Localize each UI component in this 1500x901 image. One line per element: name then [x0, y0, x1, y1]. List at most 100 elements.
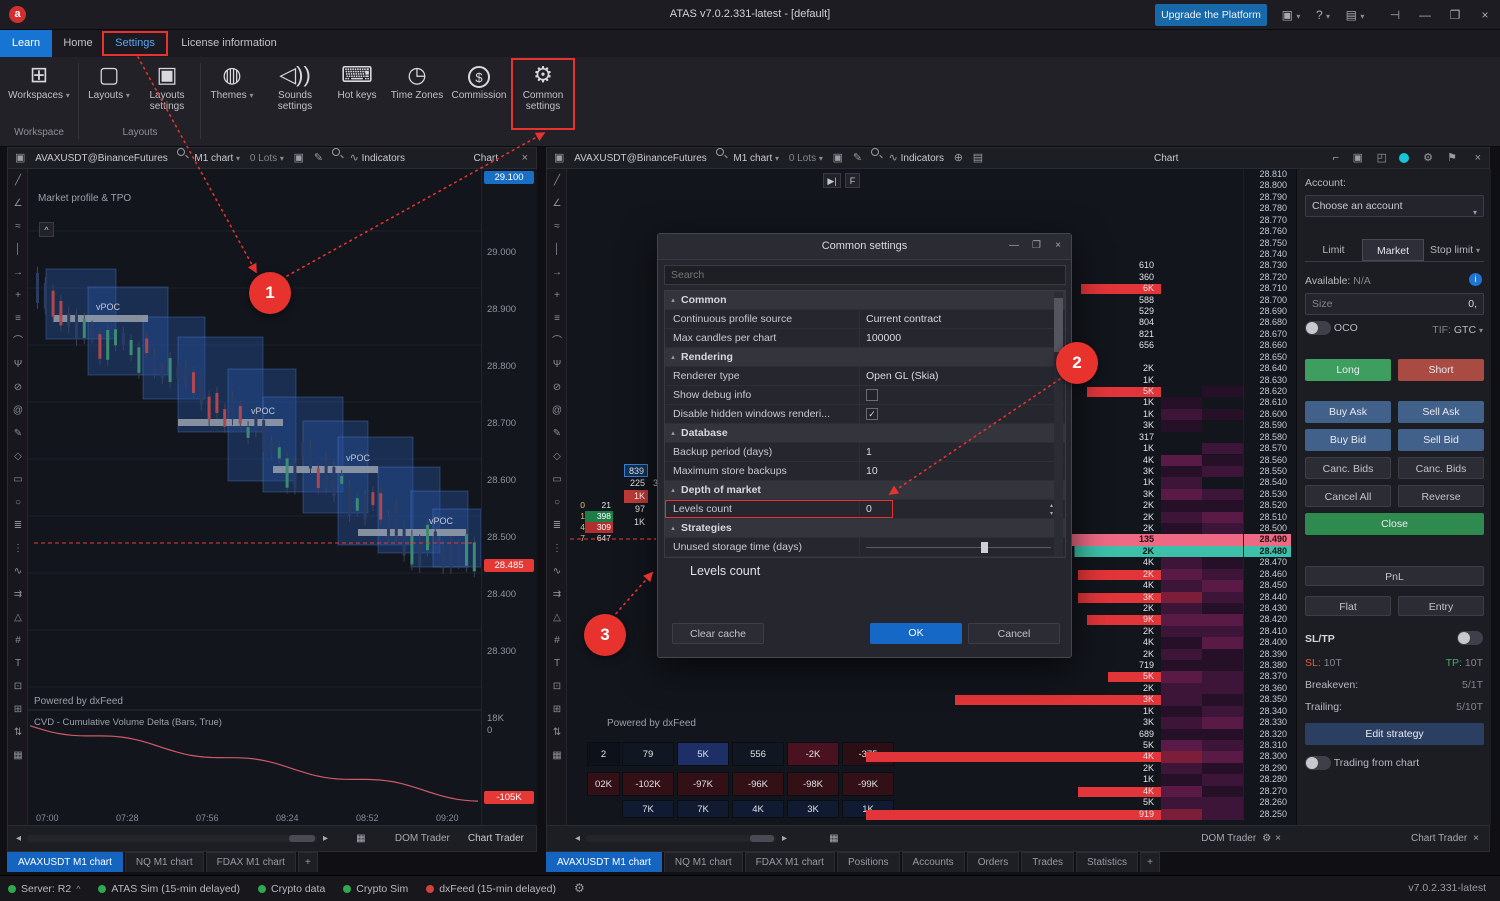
sell-ask-button[interactable]: Sell Ask	[1398, 401, 1484, 423]
fib-levels-icon[interactable]: ≡	[8, 307, 28, 330]
collapse-button[interactable]: ^	[39, 222, 54, 237]
scroll-right-icon[interactable]: ▸	[782, 833, 787, 844]
settings-search-input[interactable]	[664, 265, 1066, 285]
swap-icon[interactable]: ⇅	[8, 721, 28, 744]
calendar-icon[interactable]: ▦	[829, 833, 838, 844]
dialog-header[interactable]: Common settings — ❐ ×	[658, 234, 1071, 260]
mention-icon[interactable]: @	[547, 399, 567, 422]
lots-selector[interactable]: 0 Lots ▾	[789, 148, 823, 169]
symbol-label[interactable]: AVAXUSDT@BinanceFutures	[574, 148, 707, 169]
zoom-icon[interactable]	[871, 148, 879, 156]
tab-accounts[interactable]: Accounts	[902, 852, 965, 872]
tab-stop-limit[interactable]: Stop limit ▾	[1424, 239, 1486, 261]
trading-from-chart-toggle[interactable]: Trading from chart	[1305, 756, 1419, 770]
tab-fdax-m1-chart[interactable]: FDAX M1 chart	[745, 852, 835, 872]
go-to-end-button[interactable]: ▶|	[823, 173, 841, 188]
settings-row[interactable]: Renderer typeOpen GL (Skia)	[665, 367, 1065, 386]
entry-button[interactable]: Entry	[1398, 596, 1484, 616]
box-plus-icon[interactable]: ⊞	[8, 698, 28, 721]
dom-ladder-row[interactable]: 28.770	[866, 215, 1291, 226]
levels-icon[interactable]: ≣	[8, 514, 28, 537]
tab-market[interactable]: Market	[1362, 239, 1424, 261]
search-icon[interactable]	[177, 148, 185, 156]
pencil-icon[interactable]: ✎	[8, 422, 28, 445]
indicators-button[interactable]: ∿ Indicators	[889, 148, 944, 169]
tab-orders[interactable]: Orders	[967, 852, 1020, 872]
dom-ladder-row[interactable]: 28.780	[866, 203, 1291, 214]
close-icon[interactable]: ×	[1475, 148, 1481, 169]
right-chart-window-header[interactable]: ▣ AVAXUSDT@BinanceFutures M1 chart ▾ 0 L…	[547, 148, 1489, 169]
settings-row[interactable]: Max candles per chart100000	[665, 329, 1065, 348]
layouts-settings-button[interactable]: ▣ Layouts settings	[138, 60, 196, 126]
angle-icon[interactable]: ∠	[547, 192, 567, 215]
search-icon[interactable]	[716, 148, 724, 156]
sell-bid-button[interactable]: Sell Bid	[1398, 429, 1484, 451]
workspaces-button[interactable]: ⊞ Workspaces ▾	[8, 60, 70, 126]
timeframe-selector[interactable]: M1 chart ▾	[194, 148, 240, 169]
ok-button[interactable]: OK	[870, 623, 962, 644]
section-arrow-icon[interactable]: ▴	[665, 424, 681, 442]
maximize-icon[interactable]: ❐	[1032, 240, 1041, 251]
cursor-icon[interactable]: ╱	[8, 169, 28, 192]
dom-ladder-row[interactable]: 3K28.350	[866, 694, 1291, 705]
dom-ladder-row[interactable]: 28.800	[866, 180, 1291, 191]
menu-learn[interactable]: Learn	[0, 30, 52, 57]
slider[interactable]	[866, 547, 1051, 548]
sounds-settings-button[interactable]: ◁)) Sounds settings	[264, 60, 326, 126]
settings-row[interactable]: Backup period (days)1	[665, 443, 1065, 462]
close-icon[interactable]: ×	[1476, 6, 1494, 24]
dots-icon[interactable]: ⋮	[547, 537, 567, 560]
dom-ladder-row[interactable]: 5K28.260	[866, 797, 1291, 808]
reverse-button[interactable]: Reverse	[1398, 485, 1484, 507]
close-icon[interactable]: ×	[1473, 833, 1479, 844]
tab-positions[interactable]: Positions	[837, 852, 900, 872]
text-icon[interactable]: T	[8, 652, 28, 675]
short-button[interactable]: Short	[1398, 359, 1484, 381]
settings-row[interactable]: Maximum store backups10	[665, 462, 1065, 481]
gear-icon[interactable]: ⚙	[574, 881, 585, 895]
settings-row[interactable]: Disable hidden windows renderi...✓	[665, 405, 1065, 424]
slider-thumb[interactable]	[981, 542, 988, 553]
oco-toggle[interactable]: OCO	[1305, 321, 1358, 335]
tab-limit[interactable]: Limit	[1305, 239, 1362, 261]
settings-section-row[interactable]: ▴Strategies	[665, 519, 1065, 538]
pencil-icon[interactable]: ✎	[547, 422, 567, 445]
crosshair-icon[interactable]: ⊕	[954, 148, 963, 169]
cancel-button[interactable]: Cancel	[968, 623, 1060, 644]
clear-cache-button[interactable]: Clear cache	[672, 623, 764, 644]
ellipse-icon[interactable]: ○	[8, 491, 28, 514]
dock-icon[interactable]: ⊣	[1386, 6, 1404, 24]
wave-icon[interactable]: ≈	[547, 215, 567, 238]
settings-row[interactable]: Show debug info	[665, 386, 1065, 405]
section-arrow-icon[interactable]: ▴	[665, 291, 681, 309]
titlebar[interactable]: a ATAS v7.0.2.331-latest - [default] Upg…	[0, 0, 1500, 30]
arrow-icon[interactable]: →	[8, 261, 28, 284]
chart-trader-panel-title[interactable]: Chart Trader	[1411, 833, 1467, 844]
checkbox[interactable]	[866, 389, 878, 401]
sltp-toggle[interactable]	[1457, 631, 1483, 645]
arrows-icon[interactable]: ⇉	[8, 583, 28, 606]
timeframe-selector[interactable]: M1 chart ▾	[733, 148, 779, 169]
info-icon[interactable]: i	[1469, 273, 1482, 286]
fib-levels-icon[interactable]: ≡	[547, 307, 567, 330]
gear-icon[interactable]: ⚙	[1423, 148, 1433, 169]
swap-icon[interactable]: ⇅	[547, 721, 567, 744]
dots-icon[interactable]: ⋮	[8, 537, 28, 560]
left-chart-window-header[interactable]: ▣ AVAXUSDT@BinanceFutures M1 chart ▾ 0 L…	[8, 148, 536, 169]
cross-icon[interactable]: +	[547, 284, 567, 307]
gear-icon[interactable]: ⚙	[1262, 833, 1271, 844]
dom-ladder-row[interactable]: 4K28.300	[866, 751, 1291, 762]
status-item[interactable]: Crypto data	[258, 883, 325, 895]
screens-icon[interactable]: ▣	[833, 148, 843, 169]
edit-strategy-button[interactable]: Edit strategy	[1305, 723, 1484, 745]
settings-row[interactable]: Levels count0▴▾	[665, 500, 1065, 519]
pencil-icon[interactable]: ✎	[314, 148, 323, 169]
dom-ladder-row[interactable]: 2K28.290	[866, 763, 1291, 774]
ban-icon[interactable]: ⊘	[8, 376, 28, 399]
dom-ladder-row[interactable]: 3K28.330	[866, 717, 1291, 728]
arc-icon[interactable]: ⌒	[8, 330, 28, 353]
pnl-button[interactable]: PnL	[1305, 566, 1484, 586]
settings-section-row[interactable]: ▴Depth of market	[665, 481, 1065, 500]
settings-row[interactable]: Unused storage time (days)	[665, 538, 1065, 557]
rectangle-icon[interactable]: ▭	[547, 468, 567, 491]
